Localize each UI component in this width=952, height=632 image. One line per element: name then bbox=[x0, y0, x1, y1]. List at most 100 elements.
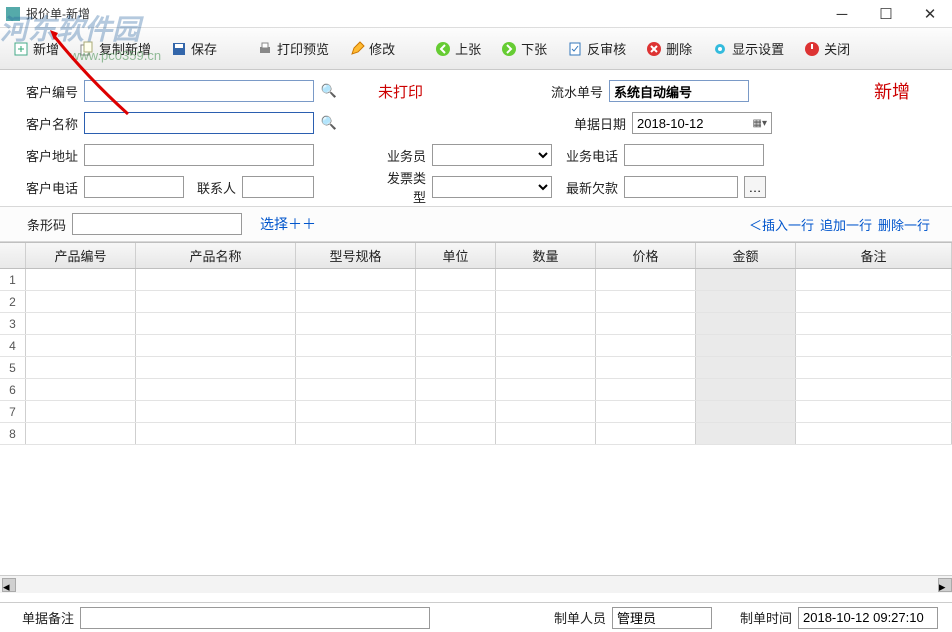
cell-remark[interactable] bbox=[796, 357, 952, 378]
cell-amount[interactable] bbox=[696, 335, 796, 356]
cell-spec[interactable] bbox=[296, 401, 416, 422]
cell-unit[interactable] bbox=[416, 291, 496, 312]
choose-link[interactable]: 选择＋＋ bbox=[260, 214, 316, 234]
maker-input[interactable] bbox=[612, 607, 712, 629]
cust-addr-input[interactable] bbox=[84, 144, 314, 166]
cell-amount[interactable] bbox=[696, 423, 796, 444]
maximize-button[interactable]: ☐ bbox=[864, 0, 908, 28]
cell-unit[interactable] bbox=[416, 269, 496, 290]
cell-price[interactable] bbox=[596, 357, 696, 378]
display-settings-button[interactable]: 显示设置 bbox=[707, 36, 789, 61]
insert-row-link[interactable]: ＜插入一行 bbox=[749, 215, 814, 234]
cell-price[interactable] bbox=[596, 313, 696, 334]
cell-price[interactable] bbox=[596, 423, 696, 444]
cust-tel-input[interactable] bbox=[84, 176, 184, 198]
print-preview-button[interactable]: 打印预览 bbox=[252, 36, 334, 61]
cell-remark[interactable] bbox=[796, 313, 952, 334]
cell-name[interactable] bbox=[136, 401, 296, 422]
cell-unit[interactable] bbox=[416, 313, 496, 334]
cell-name[interactable] bbox=[136, 313, 296, 334]
table-row[interactable]: 5 bbox=[0, 357, 952, 379]
cell-price[interactable] bbox=[596, 291, 696, 312]
cell-spec[interactable] bbox=[296, 313, 416, 334]
cell-remark[interactable] bbox=[796, 423, 952, 444]
cell-code[interactable] bbox=[26, 357, 136, 378]
cell-amount[interactable] bbox=[696, 291, 796, 312]
cell-amount[interactable] bbox=[696, 313, 796, 334]
barcode-input[interactable] bbox=[72, 213, 242, 235]
cell-price[interactable] bbox=[596, 335, 696, 356]
cell-spec[interactable] bbox=[296, 269, 416, 290]
cell-spec[interactable] bbox=[296, 291, 416, 312]
cell-amount[interactable] bbox=[696, 269, 796, 290]
cell-code[interactable] bbox=[26, 335, 136, 356]
cell-unit[interactable] bbox=[416, 335, 496, 356]
cell-code[interactable] bbox=[26, 423, 136, 444]
cell-qty[interactable] bbox=[496, 357, 596, 378]
cell-price[interactable] bbox=[596, 379, 696, 400]
cell-unit[interactable] bbox=[416, 379, 496, 400]
make-time-input[interactable] bbox=[798, 607, 938, 629]
cell-code[interactable] bbox=[26, 379, 136, 400]
salesman-select[interactable] bbox=[432, 144, 552, 166]
table-row[interactable]: 2 bbox=[0, 291, 952, 313]
delete-button[interactable]: 删除 bbox=[641, 36, 697, 61]
table-row[interactable]: 6 bbox=[0, 379, 952, 401]
biz-tel-input[interactable] bbox=[624, 144, 764, 166]
cell-amount[interactable] bbox=[696, 357, 796, 378]
table-row[interactable]: 1 bbox=[0, 269, 952, 291]
col-spec[interactable]: 型号规格 bbox=[296, 243, 416, 268]
close-window-button[interactable]: ✕ bbox=[908, 0, 952, 28]
unaudit-button[interactable]: 反审核 bbox=[562, 36, 631, 61]
cell-price[interactable] bbox=[596, 269, 696, 290]
cell-unit[interactable] bbox=[416, 357, 496, 378]
cell-spec[interactable] bbox=[296, 357, 416, 378]
copy-new-button[interactable]: 复制新增 bbox=[74, 36, 156, 61]
bill-remark-input[interactable] bbox=[80, 607, 430, 629]
cell-code[interactable] bbox=[26, 269, 136, 290]
cell-qty[interactable] bbox=[496, 423, 596, 444]
cust-name-input[interactable] bbox=[84, 112, 314, 134]
bill-date-picker[interactable]: 2018-10-12▦▾ bbox=[632, 112, 772, 134]
edit-button[interactable]: 修改 bbox=[344, 36, 400, 61]
minimize-button[interactable]: ─ bbox=[820, 0, 864, 28]
table-row[interactable]: 4 bbox=[0, 335, 952, 357]
cell-amount[interactable] bbox=[696, 401, 796, 422]
cell-amount[interactable] bbox=[696, 379, 796, 400]
cell-name[interactable] bbox=[136, 291, 296, 312]
save-button[interactable]: 保存 bbox=[166, 36, 222, 61]
last-debt-input[interactable] bbox=[624, 176, 738, 198]
cell-name[interactable] bbox=[136, 335, 296, 356]
col-product-name[interactable]: 产品名称 bbox=[136, 243, 296, 268]
cell-price[interactable] bbox=[596, 401, 696, 422]
cell-unit[interactable] bbox=[416, 423, 496, 444]
cell-spec[interactable] bbox=[296, 423, 416, 444]
table-row[interactable]: 7 bbox=[0, 401, 952, 423]
cell-qty[interactable] bbox=[496, 335, 596, 356]
cell-qty[interactable] bbox=[496, 379, 596, 400]
invoice-type-select[interactable] bbox=[432, 176, 552, 198]
new-button[interactable]: 新增 bbox=[8, 36, 64, 61]
prev-button[interactable]: 上张 bbox=[430, 36, 486, 61]
next-button[interactable]: 下张 bbox=[496, 36, 552, 61]
table-row[interactable]: 8 bbox=[0, 423, 952, 445]
cell-qty[interactable] bbox=[496, 269, 596, 290]
scroll-left-button[interactable]: ◂ bbox=[2, 578, 16, 592]
cell-unit[interactable] bbox=[416, 401, 496, 422]
cell-remark[interactable] bbox=[796, 335, 952, 356]
serial-input[interactable] bbox=[609, 80, 749, 102]
append-row-link[interactable]: 追加一行 bbox=[820, 215, 872, 234]
cell-code[interactable] bbox=[26, 313, 136, 334]
col-amount[interactable]: 金额 bbox=[696, 243, 796, 268]
cell-name[interactable] bbox=[136, 379, 296, 400]
col-unit[interactable]: 单位 bbox=[416, 243, 496, 268]
cell-name[interactable] bbox=[136, 423, 296, 444]
cell-name[interactable] bbox=[136, 269, 296, 290]
cell-code[interactable] bbox=[26, 401, 136, 422]
cell-remark[interactable] bbox=[796, 269, 952, 290]
cell-remark[interactable] bbox=[796, 401, 952, 422]
col-price[interactable]: 价格 bbox=[596, 243, 696, 268]
col-remark[interactable]: 备注 bbox=[796, 243, 952, 268]
cell-spec[interactable] bbox=[296, 335, 416, 356]
delete-row-link[interactable]: 删除一行 bbox=[878, 215, 930, 234]
